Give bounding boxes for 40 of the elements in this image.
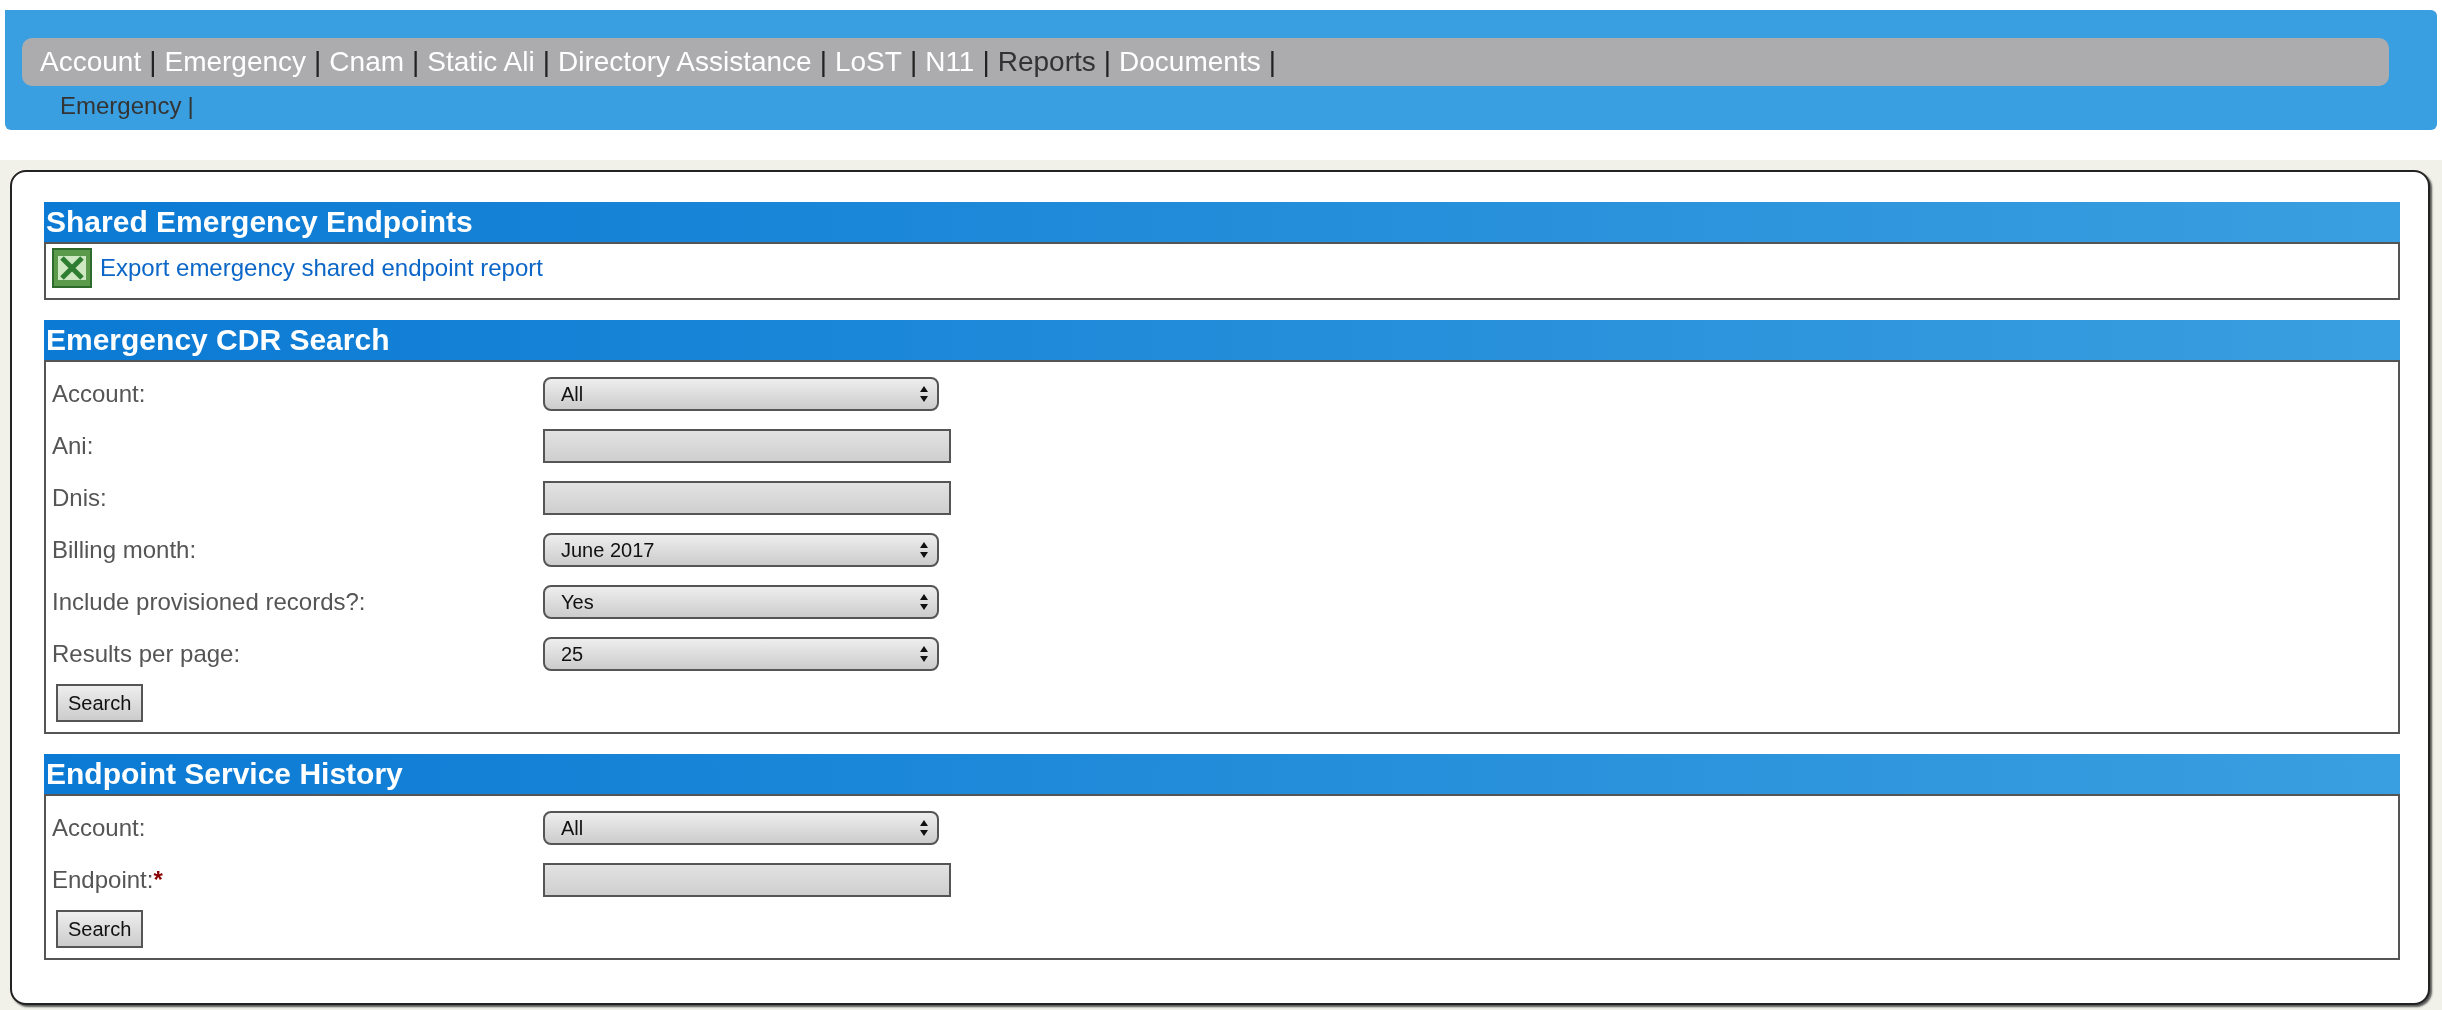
dropdown-select[interactable]: June 2017 <box>543 533 939 567</box>
up-down-caret-icon <box>919 819 929 837</box>
nav-separator: | <box>187 92 194 120</box>
field-label: Include provisioned records?: <box>52 588 366 616</box>
nav-separator: | <box>1103 46 1112 78</box>
section-title: Emergency CDR Search <box>44 320 2400 362</box>
section-title: Endpoint Service History <box>44 754 2400 796</box>
search-button[interactable]: Search <box>56 684 144 722</box>
field-label: Billing month: <box>52 536 197 564</box>
up-down-caret-icon <box>919 385 929 403</box>
input-field[interactable] <box>543 481 951 515</box>
nav-separator: | <box>1268 46 1276 78</box>
field-label: Ani: <box>52 432 94 460</box>
search-button[interactable]: Search <box>56 910 144 948</box>
input-field[interactable] <box>543 429 951 463</box>
section-title: Shared Emergency Endpoints <box>44 202 2400 244</box>
subnav-link[interactable]: Emergency <box>60 92 182 120</box>
nav-separator: | <box>314 46 322 78</box>
up-down-caret-icon <box>919 593 929 611</box>
nav-separator: | <box>149 46 157 78</box>
dropdown-select[interactable]: All <box>543 377 939 411</box>
nav-link[interactable]: Reports <box>997 46 1096 78</box>
field-label: Dnis: <box>52 484 107 512</box>
nav-separator: | <box>909 46 918 78</box>
field-label: Endpoint:* <box>52 866 163 894</box>
nav-separator: | <box>819 46 827 78</box>
field-label: Account: <box>52 380 146 408</box>
spreadsheet-icon <box>52 248 92 288</box>
input-field[interactable] <box>543 863 951 897</box>
export-link[interactable]: Export emergency shared endpoint report <box>100 254 543 282</box>
up-down-caret-icon <box>919 541 929 559</box>
up-down-caret-icon <box>919 645 929 663</box>
nav-separator: | <box>412 46 420 78</box>
nav-separator: | <box>542 46 550 78</box>
dropdown-select[interactable]: All <box>543 811 939 845</box>
dropdown-select[interactable]: 25 <box>543 637 939 671</box>
field-label: Results per page: <box>52 640 241 668</box>
nav-separator: | <box>982 46 990 78</box>
dropdown-select[interactable]: Yes <box>543 585 939 619</box>
field-label: Account: <box>52 814 146 842</box>
